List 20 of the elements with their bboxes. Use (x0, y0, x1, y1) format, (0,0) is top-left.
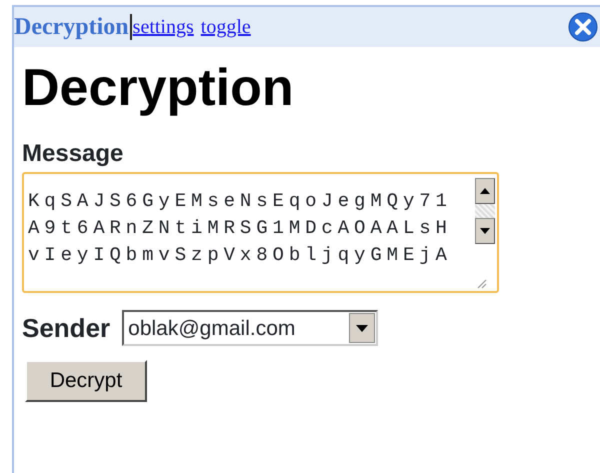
up-arrow-icon (480, 188, 490, 194)
scrollbar-track[interactable] (475, 204, 495, 218)
message-text-line: A9t6ARnZNtiMRSG1MDcAOAALsH (28, 216, 453, 241)
resize-grip-icon[interactable] (475, 276, 487, 289)
scroll-down-button[interactable] (475, 218, 495, 244)
message-text-line: KqSAJS6GyEMseNsEqoJegMQy71 (28, 188, 453, 214)
page-heading: Decryption (22, 58, 295, 119)
sender-dropdown[interactable]: oblak@gmail.com (122, 310, 378, 346)
header-link[interactable]: toggle (200, 12, 251, 42)
header-title: Decryption (14, 13, 129, 42)
message-field[interactable]: KqSAJS6GyEMseNsEqoJegMQy71 A9t6ARnZNtiMRSG1MDcAOAALsH vIeyIQbmvSzpVx8ObljqyGMEjA (22, 172, 499, 293)
decrypt-button[interactable]: Decrypt (25, 360, 147, 402)
message-text-line: vIeyIQbmvSzpVx8ObljqyGMEjA (28, 242, 453, 268)
close-icon[interactable] (568, 12, 598, 42)
down-arrow-icon (480, 228, 490, 234)
sender-label: Sender (22, 312, 110, 345)
dropdown-arrow-icon (356, 324, 368, 332)
scroll-up-button[interactable] (475, 178, 495, 204)
message-label: Message (22, 141, 124, 168)
header-link[interactable]: settings (132, 12, 194, 42)
